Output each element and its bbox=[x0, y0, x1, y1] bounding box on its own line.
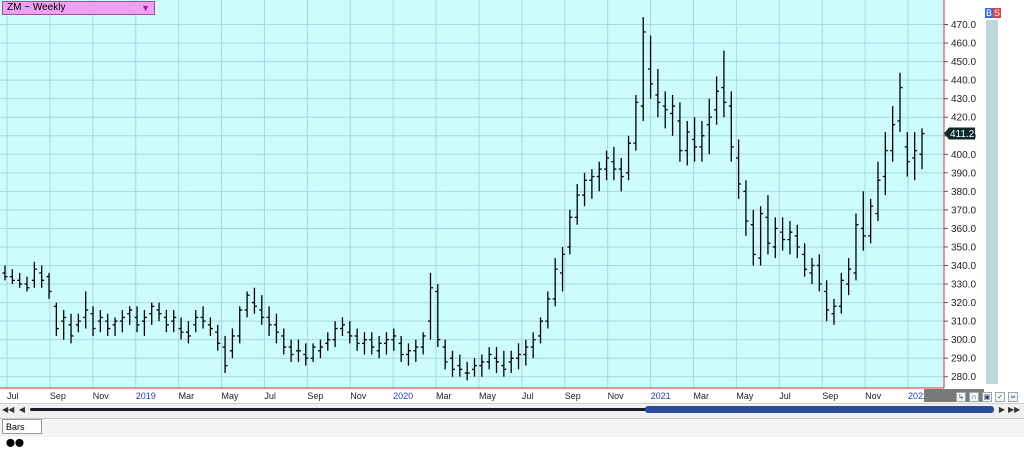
time-tick-label: Sep bbox=[565, 391, 581, 401]
price-tick-label: 340.0 bbox=[951, 261, 976, 272]
price-tick-label: 350.0 bbox=[951, 242, 976, 253]
scroll-start-icon[interactable]: ◀◀ bbox=[2, 405, 14, 415]
price-tick-label: 290.0 bbox=[951, 354, 976, 365]
price-tick-label: 360.0 bbox=[951, 224, 976, 235]
price-chart[interactable]: 280.0 290.0 300.0 310.0 320.0 330.0 340.0 350.0… bbox=[0, 0, 1024, 436]
time-axis: Jul Sep Nov 2019 Mar May Jul Sep Nov 2020 Mar May Ju… bbox=[7, 391, 928, 401]
price-tick-label: 460.0 bbox=[951, 39, 976, 50]
price-tick-label: 330.0 bbox=[951, 280, 976, 291]
time-tick-label: Mar bbox=[436, 391, 452, 401]
scroll-thumb[interactable] bbox=[645, 406, 994, 413]
scroll-left-icon[interactable]: ◀ bbox=[16, 405, 28, 415]
price-tick-label: 380.0 bbox=[951, 187, 976, 198]
time-tick-label: Sep bbox=[50, 391, 66, 401]
chart-tool-icon[interactable]: ↳ bbox=[956, 392, 966, 402]
time-tick-label: 2020 bbox=[393, 391, 413, 401]
time-tick-label: Jul bbox=[7, 391, 19, 401]
time-tick-label: Nov bbox=[350, 391, 367, 401]
symbol-label: ZM ~ Weekly bbox=[7, 2, 66, 13]
time-tick-label: Nov bbox=[93, 391, 110, 401]
time-tick-label: Sep bbox=[822, 391, 838, 401]
scroll-right-icon[interactable]: ▶ bbox=[996, 405, 1008, 415]
price-tick-label: 470.0 bbox=[951, 20, 976, 31]
chart-tool-icon[interactable]: ≃ bbox=[1008, 392, 1018, 402]
time-tick-label: Nov bbox=[865, 391, 882, 401]
plot-area bbox=[0, 0, 944, 388]
price-tick-label: 400.0 bbox=[951, 150, 976, 161]
price-tick-label: 420.0 bbox=[951, 113, 976, 124]
time-tick-label: May bbox=[222, 391, 240, 401]
time-tick-label: Mar bbox=[693, 391, 709, 401]
sell-label: S bbox=[993, 8, 1002, 18]
price-tick-label: 450.0 bbox=[951, 57, 976, 68]
chart-tool-icon[interactable]: ∩ bbox=[969, 392, 979, 402]
time-tick-label: May bbox=[736, 391, 754, 401]
time-tick-label: May bbox=[479, 391, 497, 401]
scroll-end-icon[interactable]: ▶▶ bbox=[1008, 405, 1020, 415]
time-tick-label: 2021 bbox=[651, 391, 671, 401]
buy-sell-badge[interactable]: BS bbox=[985, 8, 1002, 18]
time-tick-label: 2019 bbox=[136, 391, 156, 401]
time-tick-label: Sep bbox=[307, 391, 323, 401]
right-panel-strip bbox=[986, 20, 998, 384]
chart-tool-icon[interactable]: ✓ bbox=[995, 392, 1005, 402]
price-tick-label: 370.0 bbox=[951, 205, 976, 216]
price-tick-label: 300.0 bbox=[951, 335, 976, 346]
price-tick-label: 280.0 bbox=[951, 372, 976, 383]
bars-tab-label: Bars bbox=[6, 422, 25, 432]
time-tick-label: Jul bbox=[779, 391, 791, 401]
price-tick-label: 310.0 bbox=[951, 317, 976, 328]
time-tick-label: Mar bbox=[179, 391, 195, 401]
status-bar bbox=[0, 418, 1024, 437]
triangle-down-icon: ▼ bbox=[141, 3, 150, 13]
last-price-label: 411.2 bbox=[950, 129, 975, 140]
price-tick-label: 430.0 bbox=[951, 94, 976, 105]
bars-tab[interactable]: Bars ⬤⬤ bbox=[2, 419, 42, 447]
double-dot-icon: ⬤⬤ bbox=[6, 438, 24, 447]
last-price-tag: 411.2 bbox=[944, 127, 975, 140]
symbol-selector[interactable]: ZM ~ Weekly ▼ bbox=[2, 1, 155, 15]
time-tick-label: Nov bbox=[608, 391, 625, 401]
price-tick-label: 440.0 bbox=[951, 76, 976, 87]
buy-label: B bbox=[985, 8, 994, 18]
chart-tool-icon[interactable]: ▣ bbox=[982, 392, 992, 402]
time-tick-label: Jul bbox=[522, 391, 534, 401]
price-tick-label: 320.0 bbox=[951, 298, 976, 309]
time-tick-label: Jul bbox=[264, 391, 276, 401]
price-tick-label: 390.0 bbox=[951, 168, 976, 179]
